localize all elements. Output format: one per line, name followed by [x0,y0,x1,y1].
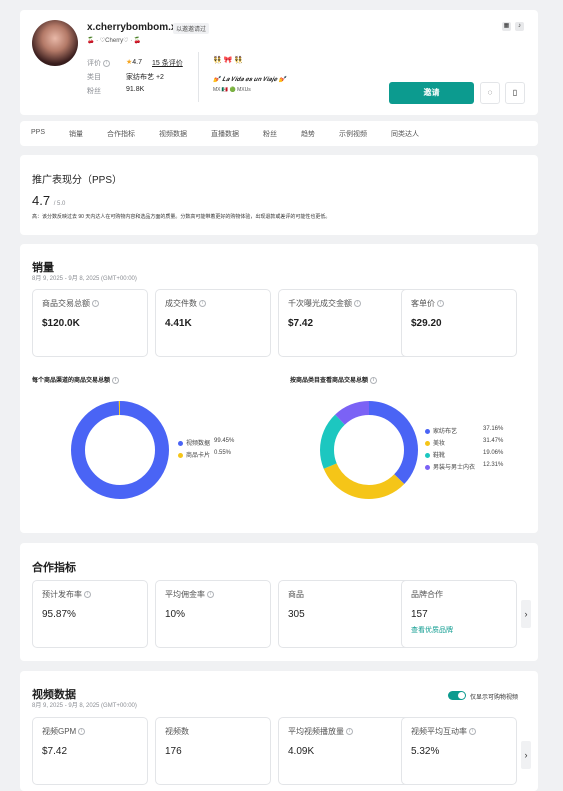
legend-dot [425,464,430,470]
stat-avg-views: 平均视频播放量 i 4.09K [278,717,414,785]
legend-item: 商品卡片 0.55% [178,450,231,459]
info-icon[interactable]: i [199,300,206,308]
legend-item: 美妆 31.47% [425,438,503,447]
stat-engagement: 视频平均互动率 i 5.32% [401,717,517,785]
tab-fans[interactable]: 粉丝 [263,129,277,139]
chart-left-title: 每个商品渠道的商品交易总额 i [32,375,120,384]
tiktok-icon[interactable]: ♪ [515,22,524,31]
legend-value: 12.31% [483,462,504,468]
tab-sales[interactable]: 销量 [69,129,83,139]
info-icon[interactable]: i [84,591,91,599]
video-date-range: 8月 9, 2025 - 9月 8, 2025 (GMT+00:00) [32,703,137,709]
nickname: 🍒 · ♡Cherry♡ · 🍒 [87,38,142,44]
sales-date-range: 8月 9, 2025 - 9月 8, 2025 (GMT+00:00) [32,276,137,282]
info-icon[interactable]: i [437,300,444,308]
tab-live[interactable]: 直播数据 [211,129,239,139]
legend-item: 男装与男士内衣 12.31% [425,462,503,471]
coop-card: 合作指标 预计发布率 i 95.87% 平均佣金率 i 10% 商品 305 品牌合… [20,543,538,661]
tab-pps[interactable]: PPS [31,129,45,136]
message-icon: ◌ [487,88,493,97]
divider [198,52,199,102]
legend-value: 19.06% [483,450,504,456]
pps-score: 4.7 / 5.0 [32,193,66,208]
pps-title: 推广表现分（PPS） [32,175,123,186]
bio-line: 💅 𝑳𝒂 𝑽𝒊𝒅𝒂 𝒆𝒔 𝒖𝒏 𝑽𝒊𝒂𝒋𝒆 💅 [213,77,287,83]
legend-value: 0.55% [214,450,232,456]
stat-gmv: 商品交易总额 i $120.0K [32,289,148,357]
stat-units: 成交件数 i 4.41K [155,289,271,357]
sales-card: 销量 8月 9, 2025 - 9月 8, 2025 (GMT+00:00) 商… [20,244,538,533]
info-icon[interactable]: i [469,728,476,736]
pps-card: 推广表现分（PPS） 4.7 / 5.0 高：该分数反映过去 90 天内达人在可… [20,155,538,235]
tab-video[interactable]: 视频数据 [159,129,187,139]
info-icon[interactable]: i [92,300,99,308]
video-next-arrow[interactable]: › [521,741,531,769]
chart-right-title: 按商品类目查看商品交易总额 i [290,375,378,384]
coop-title: 合作指标 [32,562,76,574]
tab-similar[interactable]: 同类达人 [391,129,419,139]
legend-dot [178,440,183,446]
shoppable-toggle[interactable] [448,691,466,700]
stat-products: 商品 305 [278,580,414,648]
bio-location: MX 🇲🇽 🟢 MXUs [213,87,251,93]
legend-value: 31.47% [483,438,504,444]
invite-badge: 以邀邀请过 [173,23,210,34]
message-button[interactable]: ◌ [480,82,500,104]
category-label: 类目 [87,74,101,81]
username: x.cherrybombom.x [87,22,177,33]
tab-coop[interactable]: 合作指标 [107,129,135,139]
brand-link[interactable]: 查看优质品牌 [411,625,453,635]
stat-commission: 平均佣金率 i 10% [155,580,271,648]
avatar[interactable] [32,20,78,66]
legend-value: 37.16% [483,426,504,432]
rating-value: ★4.7 [126,59,143,66]
invite-button[interactable]: 邀请 [389,82,474,104]
legend-dot [425,428,430,434]
stat-aov: 客单价 i $29.20 [401,289,517,357]
donut-chart-category [320,401,418,499]
stat-brand-coop: 品牌合作 157 查看优质品牌 [401,580,517,648]
info-icon[interactable]: i [354,300,361,308]
legend-dot [178,452,183,458]
stat-gpm: 千次曝光成交金额 i $7.42 [278,289,414,357]
legend-dot [425,452,430,458]
legend-item: 鞋靴 19.06% [425,450,503,459]
category-value: 家纺布艺 +2 [126,74,164,81]
donut-chart-channel [71,401,169,499]
legend-value: 99.45% [214,438,235,444]
info-icon[interactable]: i [346,728,353,736]
tab-bar: PPS 销量 合作指标 视频数据 直播数据 粉丝 趋势 示例视频 同类达人 [20,121,538,146]
fans-label: 粉丝 [87,88,101,95]
profile-card: x.cherrybombom.x 以邀邀请过 🍒 · ♡Cherry♡ · 🍒 … [20,10,538,115]
legend-item: 视频数据 99.45% [178,438,234,447]
legend-label: 视频数据 [186,441,211,447]
stat-video-count: 视频数 176 [155,717,271,785]
legend-label: 商品卡片 [186,453,211,459]
toggle-knob [458,692,465,699]
info-icon[interactable]: i [207,591,214,599]
fans-value: 91.8K [126,86,145,93]
bookmark-button[interactable]: ▯ [505,82,525,104]
coop-next-arrow[interactable]: › [521,600,531,628]
grid-icon[interactable]: ▦ [502,22,511,31]
info-icon[interactable]: i [78,728,86,736]
video-card: 视频数据 8月 9, 2025 - 9月 8, 2025 (GMT+00:00)… [20,671,538,791]
reviews-link[interactable]: 15 条评价 [152,58,183,68]
tab-trend[interactable]: 趋势 [301,129,315,139]
pps-description: 高：该分数反映过去 90 天内达人在可购物内容和选品方面的质量。分数高可能带着更… [32,214,331,220]
legend-item: 家纺布艺 37.16% [425,426,503,435]
rating-label: 评价 i [87,58,110,68]
legend-dot [425,440,430,446]
legend-label: 鞋靴 [433,453,446,459]
tab-sample-videos[interactable]: 示例视频 [339,129,367,139]
legend-label: 美妆 [433,441,446,447]
stat-video-gpm: 视频GPM i $7.42 [32,717,148,785]
bio-emojis: 👯 🎀 👯 [213,57,244,64]
toggle-label: 仅显示可购物视频 [470,695,519,701]
legend-label: 家纺布艺 [433,429,458,435]
stat-publish-rate: 预计发布率 i 95.87% [32,580,148,648]
bookmark-icon: ▯ [512,88,518,97]
donut-slice-0[interactable] [71,401,169,499]
legend-label: 男装与男士内衣 [433,465,476,471]
